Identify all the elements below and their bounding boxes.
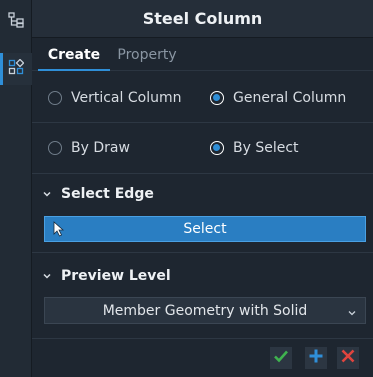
select-button[interactable]: Select <box>44 216 366 242</box>
radio-button-checked <box>210 141 224 155</box>
tab-bar: Create Property <box>32 38 373 71</box>
chevron-down-icon <box>42 189 52 199</box>
radio-label: By Draw <box>71 140 130 156</box>
chevron-down-icon <box>347 306 357 322</box>
dropdown-value: Member Geometry with Solid <box>102 302 308 319</box>
cursor-arrow-icon <box>53 221 65 241</box>
check-icon <box>273 348 289 368</box>
select-button-label: Select <box>183 221 227 237</box>
close-icon <box>340 348 356 368</box>
radio-button <box>48 91 62 105</box>
column-type-group: Vertical Column General Column <box>32 72 373 123</box>
tree-view-button[interactable] <box>0 6 32 38</box>
method-group: By Draw By Select <box>32 124 373 174</box>
section-heading: Select Edge <box>61 186 154 202</box>
cancel-button[interactable] <box>337 347 359 369</box>
radio-label: By Select <box>233 140 299 156</box>
radio-general-column[interactable]: General Column <box>210 87 346 109</box>
component-panel-button[interactable] <box>0 53 32 85</box>
preview-level-header[interactable]: Preview Level <box>42 268 171 284</box>
preview-level-dropdown[interactable]: Member Geometry with Solid <box>44 297 366 324</box>
divider <box>32 252 373 253</box>
section-heading: Preview Level <box>61 268 171 284</box>
radio-button-checked <box>210 91 224 105</box>
radio-label: General Column <box>233 90 347 106</box>
side-toolbar <box>0 0 32 377</box>
radio-by-draw[interactable]: By Draw <box>48 137 130 159</box>
tree-icon <box>8 12 24 32</box>
action-footer <box>32 338 373 377</box>
radio-button <box>48 141 62 155</box>
tab-create[interactable]: Create <box>38 38 110 71</box>
confirm-button[interactable] <box>270 347 292 369</box>
steel-column-panel: Steel Column Create Property Vertical Co… <box>32 0 373 377</box>
plus-icon <box>308 348 324 368</box>
panel-title: Steel Column <box>32 0 373 38</box>
grid-layers-icon <box>8 58 25 79</box>
radio-vertical-column[interactable]: Vertical Column <box>48 87 181 109</box>
apply-add-button[interactable] <box>305 347 327 369</box>
select-edge-header[interactable]: Select Edge <box>42 186 154 202</box>
radio-label: Vertical Column <box>71 90 182 106</box>
chevron-down-icon <box>42 271 52 281</box>
tab-property[interactable]: Property <box>112 38 182 71</box>
radio-by-select[interactable]: By Select <box>210 137 299 159</box>
